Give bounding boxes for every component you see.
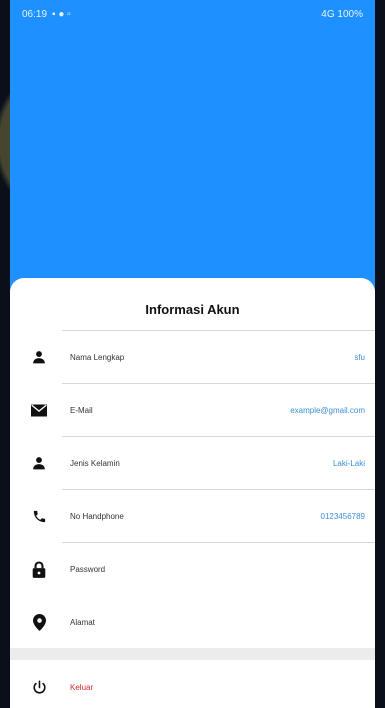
status-left: 06:19 ▪ ● ▫ bbox=[22, 9, 71, 20]
row-full-name[interactable]: Nama Lengkap sfu bbox=[10, 331, 375, 383]
row-password[interactable]: Password bbox=[10, 543, 375, 595]
row-label: E-Mail bbox=[70, 405, 93, 415]
account-info-card: Informasi Akun Nama Lengkap sfu E-Mail e… bbox=[10, 278, 375, 708]
signal-battery-text: 4G 100% bbox=[321, 8, 363, 20]
row-gender[interactable]: Jenis Kelamin Laki-Laki bbox=[10, 437, 375, 489]
row-phone[interactable]: No Handphone 0123456789 bbox=[10, 490, 375, 542]
row-value: Laki-Laki bbox=[332, 458, 365, 468]
app-screen: 06:19 ▪ ● ▫ 4G 100% Informasi Akun Nama … bbox=[10, 0, 375, 708]
status-bar: 06:19 ▪ ● ▫ 4G 100% bbox=[10, 0, 375, 28]
notification-icon: ▪ ● ▫ bbox=[52, 8, 71, 20]
power-icon bbox=[28, 676, 50, 698]
row-label: No Handphone bbox=[70, 511, 124, 521]
location-pin-icon bbox=[28, 611, 50, 633]
blue-header bbox=[10, 0, 375, 300]
row-label: Nama Lengkap bbox=[70, 352, 125, 362]
mail-icon bbox=[28, 399, 50, 421]
row-label: Alamat bbox=[70, 617, 95, 627]
card-title: Informasi Akun bbox=[145, 302, 240, 317]
row-value: example@gmail.com bbox=[290, 405, 365, 415]
row-address[interactable]: Alamat bbox=[10, 596, 375, 648]
section-separator bbox=[10, 648, 375, 660]
person-icon bbox=[28, 452, 50, 474]
logout-label: Keluar bbox=[70, 682, 94, 692]
row-value: sfu bbox=[354, 352, 365, 362]
status-time: 06:19 bbox=[22, 8, 48, 20]
row-label: Jenis Kelamin bbox=[70, 458, 120, 468]
status-right: 4G 100% bbox=[321, 9, 363, 20]
row-email[interactable]: E-Mail example@gmail.com bbox=[10, 384, 375, 436]
lock-icon bbox=[28, 558, 50, 580]
person-icon bbox=[28, 346, 50, 368]
phone-icon bbox=[28, 505, 50, 527]
row-label: Password bbox=[70, 564, 106, 574]
logout-row[interactable]: Keluar bbox=[10, 661, 375, 708]
row-value: 0123456789 bbox=[320, 511, 366, 521]
